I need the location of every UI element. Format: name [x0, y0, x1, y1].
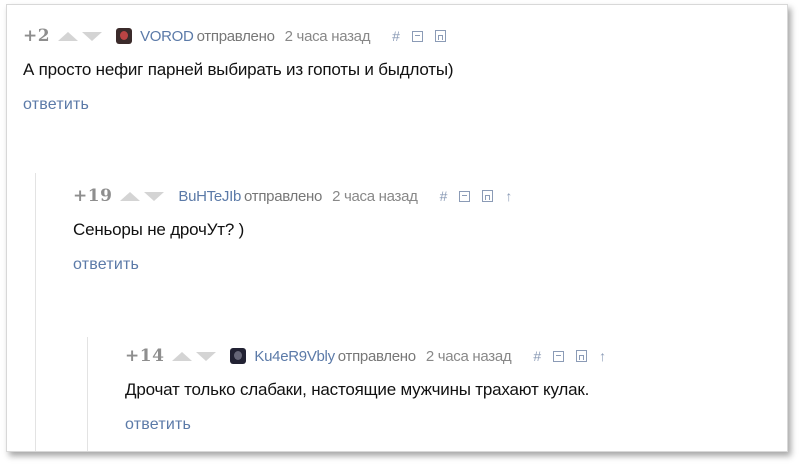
thread-line — [35, 173, 36, 451]
comment: +14 Ku4eR9Vbly отправлено 2 часа назад #… — [125, 345, 777, 434]
comment-text: А просто нефиг парней выбирать из гопоты… — [23, 60, 454, 79]
comment-text: Сеньоры не дрочУт? ) — [73, 220, 245, 239]
comment: +19 BuHTeJIb отправлено 2 часа назад # ↑… — [73, 185, 777, 274]
comment-header: +19 BuHTeJIb отправлено 2 часа назад # ↑ — [73, 185, 777, 207]
upvote-icon[interactable] — [172, 351, 193, 361]
comment-actions: # ↑ — [533, 349, 618, 363]
upvote-icon[interactable] — [120, 191, 141, 201]
comment-time[interactable]: 2 часа назад — [332, 188, 418, 205]
username-link[interactable]: VOROD — [140, 28, 194, 45]
parent-arrow-icon[interactable]: ↑ — [505, 189, 512, 203]
upvote-icon[interactable] — [58, 31, 79, 41]
collapse-icon[interactable] — [553, 350, 565, 362]
reply-link[interactable]: ответить — [125, 416, 191, 434]
parent-arrow-icon[interactable]: ↑ — [599, 349, 606, 363]
avatar[interactable] — [230, 348, 247, 364]
downvote-icon[interactable] — [82, 31, 103, 41]
sent-label: отправлено — [244, 187, 323, 205]
collapse-icon[interactable] — [411, 30, 423, 42]
comment-time[interactable]: 2 часа назад — [426, 348, 512, 365]
comment: +2 VOROD отправлено 2 часа назад # А про… — [23, 25, 777, 114]
hash-icon[interactable]: # — [440, 189, 448, 203]
thread-line — [87, 337, 88, 451]
save-icon[interactable] — [576, 350, 588, 362]
comment-rating: +14 — [125, 346, 165, 366]
comment-header: +2 VOROD отправлено 2 часа назад # — [23, 25, 777, 47]
sent-label: отправлено — [337, 347, 416, 365]
avatar[interactable] — [116, 28, 133, 44]
save-icon[interactable] — [434, 30, 446, 42]
hash-icon[interactable]: # — [392, 29, 400, 43]
comment-header: +14 Ku4eR9Vbly отправлено 2 часа назад #… — [125, 345, 777, 367]
downvote-icon[interactable] — [196, 351, 217, 361]
comment-text: Дрочат только слабаки, настоящие мужчины… — [125, 380, 590, 399]
comment-actions: # — [392, 29, 458, 43]
reply-link[interactable]: ответить — [73, 256, 139, 274]
username-link[interactable]: BuHTeJIb — [178, 188, 241, 205]
comments-panel: +2 VOROD отправлено 2 часа назад # А про… — [6, 4, 788, 452]
collapse-icon[interactable] — [459, 190, 471, 202]
hash-icon[interactable]: # — [533, 349, 541, 363]
save-icon[interactable] — [482, 190, 494, 202]
comment-actions: # ↑ — [440, 189, 525, 203]
reply-link[interactable]: ответить — [23, 96, 89, 114]
comment-time[interactable]: 2 часа назад — [285, 28, 371, 45]
comment-rating: +2 — [23, 26, 51, 46]
sent-label: отправлено — [196, 27, 275, 45]
downvote-icon[interactable] — [144, 191, 165, 201]
comment-rating: +19 — [73, 186, 113, 206]
username-link[interactable]: Ku4eR9Vbly — [254, 348, 335, 365]
